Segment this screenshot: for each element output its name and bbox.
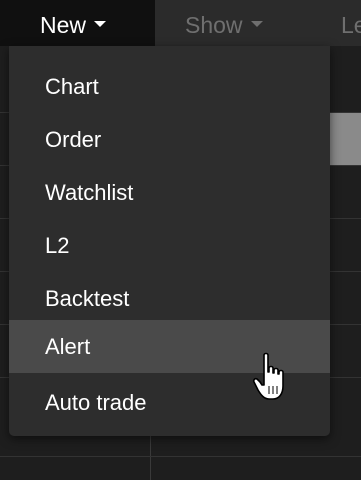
top-menu-bar: New Show Le: [0, 0, 361, 46]
menu-show[interactable]: Show: [185, 0, 263, 46]
menu-item-label: Alert: [45, 334, 91, 359]
caret-down-icon: [94, 20, 107, 27]
background-highlight-cell: [330, 113, 361, 165]
menu-item-watchlist[interactable]: Watchlist: [9, 166, 330, 219]
menu-item-order[interactable]: Order: [9, 113, 330, 166]
menu-show-label: Show: [185, 11, 243, 38]
menu-item-chart[interactable]: Chart: [9, 60, 330, 113]
grid-line: [0, 456, 361, 457]
menu-new-label: New: [40, 11, 87, 38]
menu-third-label: Le: [341, 11, 361, 38]
menu-item-label: Backtest: [45, 286, 130, 311]
caret-down-icon: [250, 20, 263, 27]
menu-item-backtest[interactable]: Backtest: [9, 272, 330, 325]
menu-item-label: L2: [45, 233, 70, 258]
menu-item-label: Order: [45, 127, 102, 152]
hand-pointer-icon: [252, 352, 284, 400]
menu-item-label: Auto trade: [45, 390, 147, 415]
menu-new[interactable]: New: [0, 0, 155, 46]
menu-item-label: Watchlist: [45, 180, 134, 205]
menu-item-label: Chart: [45, 74, 99, 99]
menu-item-l2[interactable]: L2: [9, 219, 330, 272]
menu-third[interactable]: Le: [341, 0, 361, 46]
